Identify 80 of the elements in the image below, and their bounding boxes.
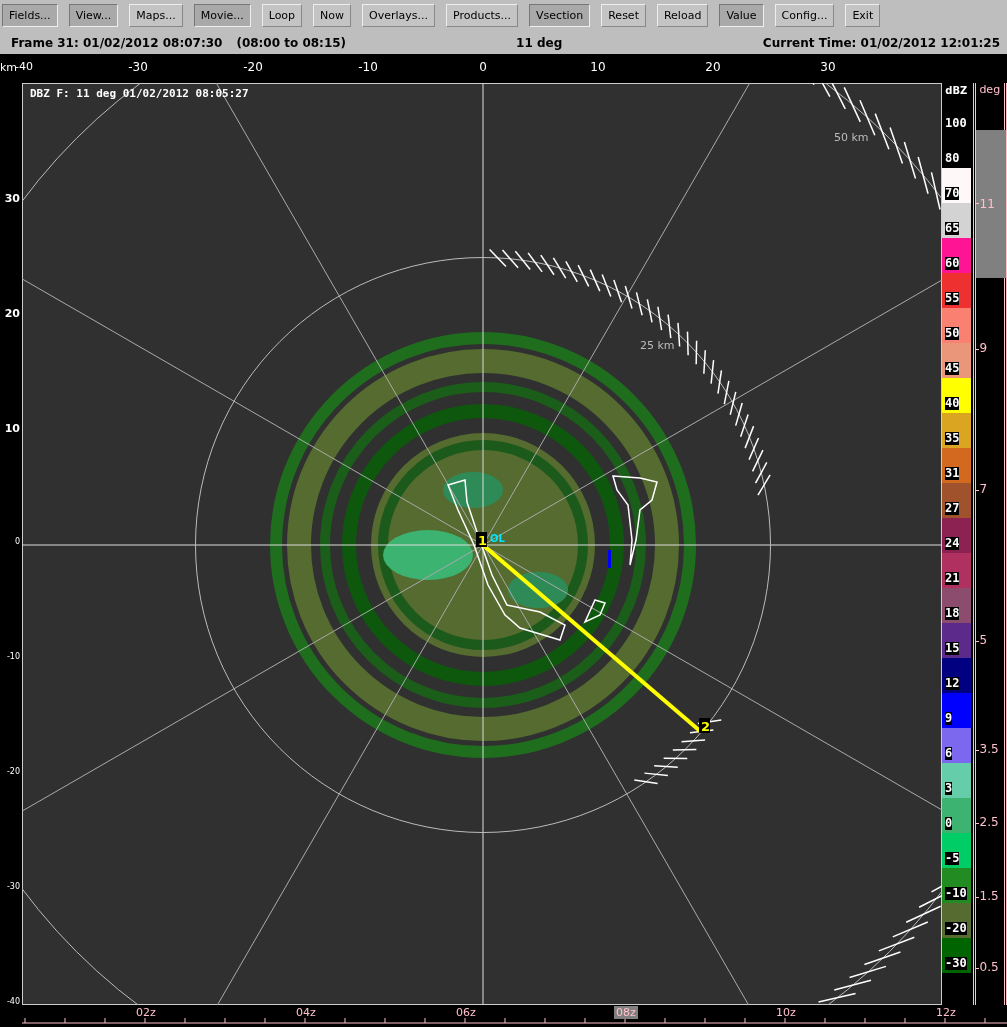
scale-label: 18	[945, 607, 960, 620]
axis-unit: km	[0, 61, 18, 74]
scale-unit: dBZ	[944, 84, 969, 98]
elevation-tick-label[interactable]: 1.5	[975, 889, 999, 903]
toolbar-button[interactable]: Maps...	[129, 4, 183, 27]
axis-tick-label: -10	[6, 652, 20, 661]
toolbar-button[interactable]: Value	[719, 4, 764, 27]
axis-tick-label: -20	[242, 60, 264, 74]
scale-label: 35	[945, 432, 960, 445]
scale-label: 55	[945, 292, 960, 305]
elevation-tick-label[interactable]: 0.5	[975, 960, 999, 974]
current-time: Current Time: 01/02/2012 12:01:25	[762, 35, 1000, 50]
axis-tick-label: 30	[4, 192, 20, 205]
scale-label: -20	[945, 922, 967, 935]
scale-label: 0	[945, 817, 953, 830]
axis-tick-label: 10	[4, 422, 20, 435]
radar-label: OL	[490, 533, 505, 544]
point-marker: 1	[476, 532, 488, 548]
scale-label: 100	[945, 117, 967, 130]
time-tick-label[interactable]: 02z	[134, 1006, 158, 1019]
axis-tick-label: 0	[14, 537, 20, 546]
time-tick-label[interactable]: 04z	[294, 1006, 318, 1019]
plot-title: DBZ F: 11 deg 01/02/2012 08:05:27	[30, 87, 249, 100]
toolbar-button[interactable]: Exit	[845, 4, 881, 27]
scale-label: -10	[945, 887, 967, 900]
axis-tick-label: 30	[819, 60, 837, 74]
axis-tick-label: 0	[478, 60, 488, 74]
elevation-tick-label[interactable]: 3.5	[975, 742, 999, 756]
toolbar-button[interactable]: Loop	[261, 4, 303, 27]
toolbar-button[interactable]: Reload	[656, 4, 709, 27]
scale-label: 60	[945, 257, 960, 270]
toolbar-button[interactable]: Vsection	[529, 4, 591, 27]
toolbar-button[interactable]: Products...	[446, 4, 519, 27]
axis-tick-label: 20	[4, 307, 20, 320]
scale-unit: deg	[978, 83, 1002, 96]
elevation-tick-label[interactable]: 7	[975, 482, 988, 496]
axis-tick-label: -20	[6, 767, 20, 776]
point-marker: 2	[699, 718, 711, 734]
scale-label: 65	[945, 222, 960, 235]
frame-label: Frame 31: 01/02/2012 08:07:30	[11, 35, 223, 50]
toolbar-button[interactable]: Config...	[774, 4, 835, 27]
scale-label: 27	[945, 502, 960, 515]
elevation-tick-label[interactable]: 9	[975, 341, 988, 355]
scale-label: 80	[945, 152, 960, 165]
toolbar-button[interactable]: Reset	[601, 4, 646, 27]
scale-label: 9	[945, 712, 953, 725]
scale-label: 40	[945, 397, 960, 410]
toolbar-button[interactable]: Now	[313, 4, 352, 27]
elevation-tick-label[interactable]: 2.5	[975, 815, 999, 829]
time-interval: (08:00 to 08:15)	[236, 35, 347, 50]
scale-label: 6	[945, 747, 953, 760]
axis-tick-label: -30	[127, 60, 149, 74]
scale-label: -30	[945, 957, 967, 970]
axis-tick-label: 10	[589, 60, 607, 74]
range-ring-label: 50 km	[834, 131, 869, 144]
scale-label: 31	[945, 467, 960, 480]
elevation-tick-label[interactable]: 5	[975, 633, 988, 647]
scale-label: 70	[945, 187, 960, 200]
scale-label: 50	[945, 327, 960, 340]
toolbar-button[interactable]: Movie...	[193, 4, 251, 27]
axis-tick-label: -30	[6, 882, 20, 891]
elevation-label: 11 deg	[516, 35, 563, 50]
time-tick-label[interactable]: 12z	[934, 1006, 958, 1019]
toolbar-button[interactable]: Fields...	[2, 4, 58, 27]
range-ring-label: 25 km	[640, 339, 675, 352]
axis-tick-label: -40	[6, 997, 20, 1006]
axis-tick-label: 20	[704, 60, 722, 74]
scale-label: 21	[945, 572, 960, 585]
toolbar-button[interactable]: Overlays...	[362, 4, 436, 27]
scale-label: 24	[945, 537, 960, 550]
time-tick-label[interactable]: 06z	[454, 1006, 478, 1019]
scale-label: 12	[945, 677, 960, 690]
scale-label: 3	[945, 782, 953, 795]
time-tick-label[interactable]: 10z	[774, 1006, 798, 1019]
axis-tick-label: -40	[15, 60, 33, 73]
toolbar-button[interactable]: View...	[68, 4, 119, 27]
scale-label: -5	[945, 852, 960, 865]
axis-tick-label: -10	[357, 60, 379, 74]
scale-label: 45	[945, 362, 960, 375]
scale-label: 15	[945, 642, 960, 655]
